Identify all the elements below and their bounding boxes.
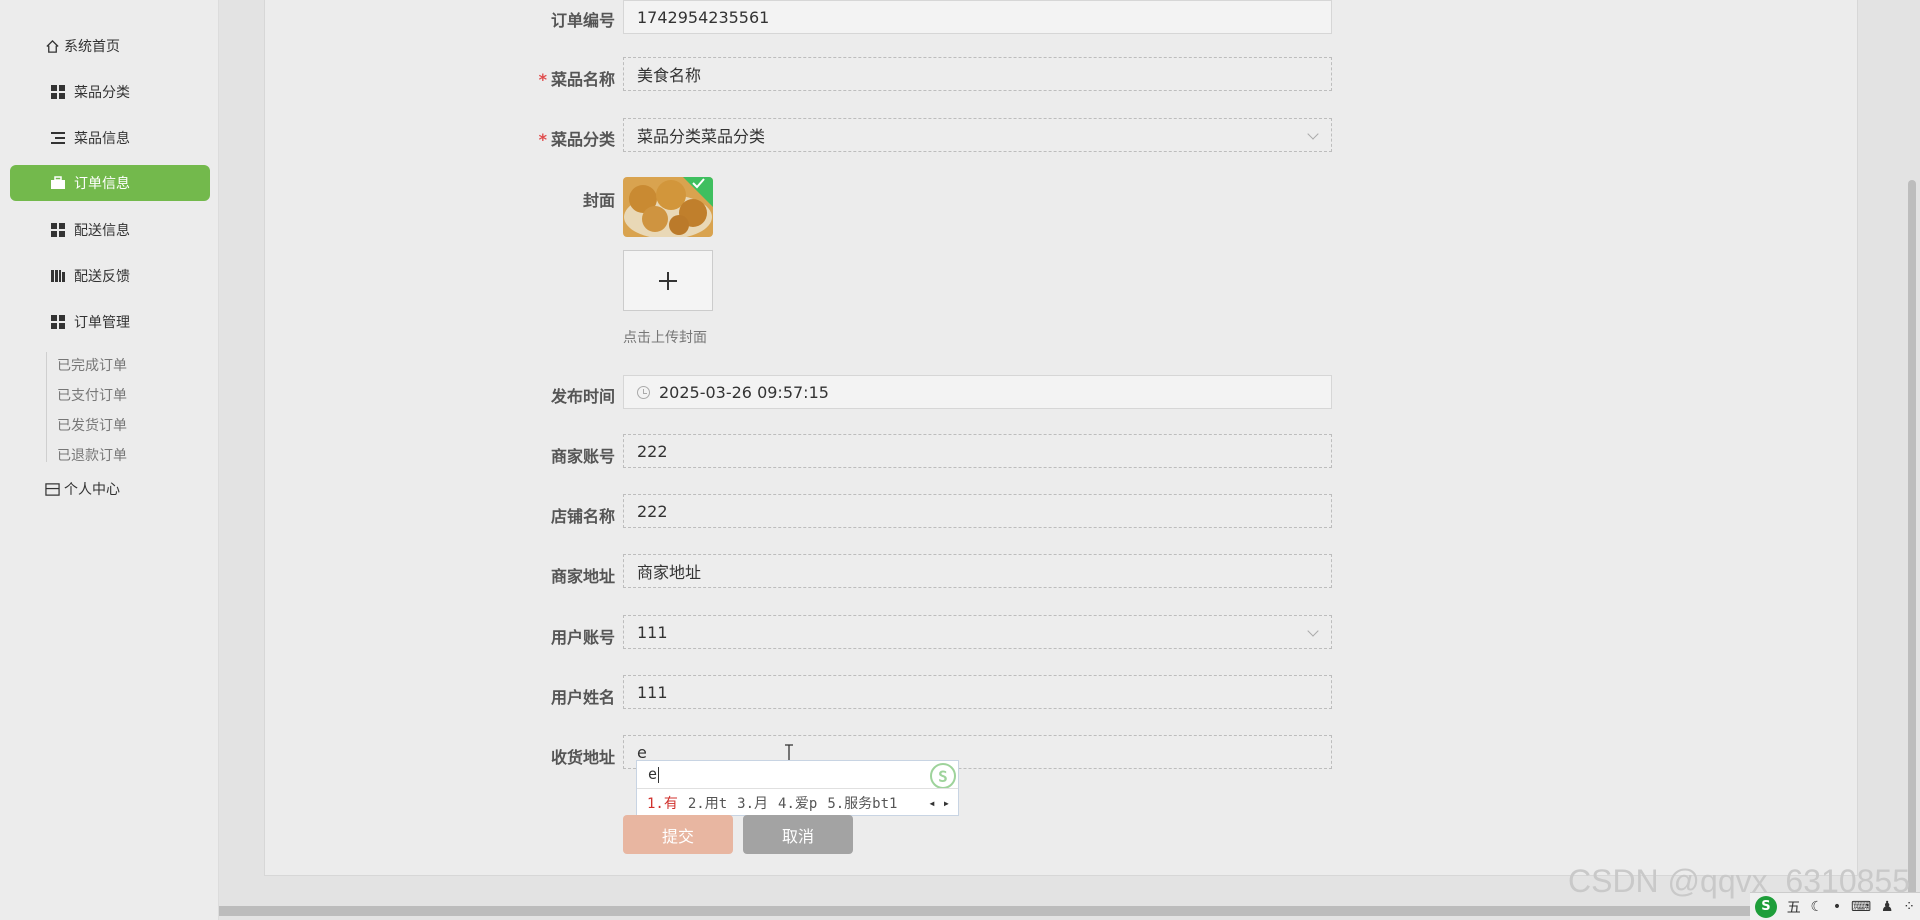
vertical-scroll-thumb[interactable] [1908,180,1916,900]
upload-cover-tip: 点击上传封面 [623,330,707,346]
clock-icon [637,385,650,399]
merchant-address-input[interactable]: 商家地址 [623,554,1332,588]
sidebar-item-personal-center[interactable]: 个人中心 [10,471,210,507]
grid-icon [50,222,66,238]
sidebar-item-label: 菜品分类 [74,85,130,101]
sidebar-item-order-management[interactable]: 订单管理 [10,304,210,340]
sidebar-item-label: 菜品信息 [74,131,130,147]
user-name-value: 111 [637,682,668,702]
sidebar-item-label: 配送信息 [74,223,130,239]
dish-category-label: * 菜品分类 [475,126,615,150]
cancel-button[interactable]: 取消 [743,815,853,854]
submenu-paid-orders[interactable]: 已支付订单 [57,385,127,405]
horizontal-scrollbar[interactable] [219,906,1920,916]
submenu-completed-orders[interactable]: 已完成订单 [57,355,127,375]
plus-icon [659,271,677,290]
sogou-logo-icon: S [930,763,956,789]
keyboard-icon[interactable]: ⌨ [1851,899,1871,915]
input-mode-label[interactable]: 五 [1787,897,1801,917]
briefcase-icon [50,175,66,191]
submit-button[interactable]: 提交 [623,815,733,854]
sogou-tray-icon: S [1754,895,1777,918]
apps-icon[interactable]: ⁘ [1903,899,1915,915]
sidebar-item-home[interactable]: 系统首页 [10,28,210,64]
library-icon [50,268,66,284]
ime-candidate-5[interactable]: 5.服务bt1 [827,793,897,813]
grid-icon [50,314,66,330]
ime-candidate-1[interactable]: 1.有 [647,793,678,813]
dish-name-input[interactable]: 美食名称 [623,57,1332,91]
dish-name-value: 美食名称 [637,66,702,85]
chevron-down-icon [1307,625,1319,637]
dish-category-value: 菜品分类菜品分类 [637,127,766,146]
required-mark: * [538,130,547,149]
order-number-label: 订单编号 [550,11,615,30]
sidebar-item-label: 订单管理 [74,315,130,331]
sidebar-item-label: 配送反馈 [74,269,130,285]
upload-cover-button[interactable] [623,250,713,311]
ime-composition: e [648,765,658,783]
required-mark: * [538,70,547,89]
sidebar: 系统首页 菜品分类 菜品信息 订单信息 配送信息 配送反馈 订单管理 已完成订单… [0,0,219,920]
sidebar-item-label: 订单信息 [74,176,130,192]
publish-time-label: 发布时间 [550,387,615,406]
user-account-value: 111 [637,622,668,642]
cover-label: 封面 [582,191,615,210]
moon-icon[interactable]: ☾ [1810,899,1823,915]
merchant-account-value: 222 [637,441,668,461]
user-name-input[interactable]: 111 [623,675,1332,709]
ime-candidate-row: 1.有 2.用t 3.月 4.爱p 5.服务bt1 [637,788,958,816]
punctuation-icon[interactable]: • [1833,899,1841,915]
merchant-account-input[interactable]: 222 [623,434,1332,468]
sidebar-item-label: 系统首页 [64,39,120,55]
cover-thumbnail[interactable] [623,177,713,237]
sidebar-item-dish-category[interactable]: 菜品分类 [10,74,210,110]
merchant-account-label: 商家账号 [550,447,615,466]
ime-candidate-4[interactable]: 4.爱p [778,793,817,813]
user-icon[interactable]: ♟ [1881,899,1894,915]
ime-page-arrows-icon[interactable]: ◂ ▸ [928,796,950,810]
publish-time-field: 2025-03-26 09:57:15 [623,375,1332,409]
dish-name-label-text: 菜品名称 [550,70,615,89]
user-account-select[interactable]: 111 [623,615,1332,649]
merchant-address-label: 商家地址 [550,567,615,586]
ime-candidate-2[interactable]: 2.用t [688,793,727,813]
sidebar-item-delivery-feedback[interactable]: 配送反馈 [10,258,210,294]
shop-name-input[interactable]: 222 [623,494,1332,528]
ime-candidate-popup[interactable]: e S 1.有 2.用t 3.月 4.爱p 5.服务bt1 ◂ ▸ [636,760,959,816]
shipping-address-label: 收货地址 [550,748,615,767]
shipping-address-value: e [637,742,647,762]
order-number-value: 1742954235561 [637,7,770,27]
ime-caret [658,767,659,783]
sidebar-item-label: 个人中心 [64,482,120,498]
chevron-down-icon [1307,128,1319,140]
submenu-refunded-orders[interactable]: 已退款订单 [57,445,127,465]
order-number-field: 1742954235561 [623,0,1332,34]
shop-name-label: 店铺名称 [550,507,615,526]
dish-name-label: * 菜品名称 [475,66,615,90]
sidebar-item-dish-info[interactable]: 菜品信息 [10,120,210,156]
sidebar-item-order-info[interactable]: 订单信息 [10,165,210,201]
grid-icon [50,84,66,100]
ime-tray[interactable]: S 五 ☾ • ⌨ ♟ ⁘ [1750,892,1920,920]
shop-name-value: 222 [637,501,668,521]
user-name-label: 用户姓名 [550,688,615,707]
vertical-scrollbar[interactable] [1858,0,1920,906]
dish-category-label-text: 菜品分类 [550,130,615,149]
ime-candidate-3[interactable]: 3.月 [737,793,768,813]
list-icon [50,130,66,146]
food-image [623,177,713,237]
merchant-address-value: 商家地址 [637,563,702,582]
publish-time-value: 2025-03-26 09:57:15 [659,382,829,402]
card-icon [44,481,60,497]
sidebar-item-delivery-info[interactable]: 配送信息 [10,212,210,248]
home-icon [44,38,60,54]
submenu-shipped-orders[interactable]: 已发货订单 [57,415,127,435]
dish-category-select[interactable]: 菜品分类菜品分类 [623,118,1332,152]
user-account-label: 用户账号 [550,628,615,647]
